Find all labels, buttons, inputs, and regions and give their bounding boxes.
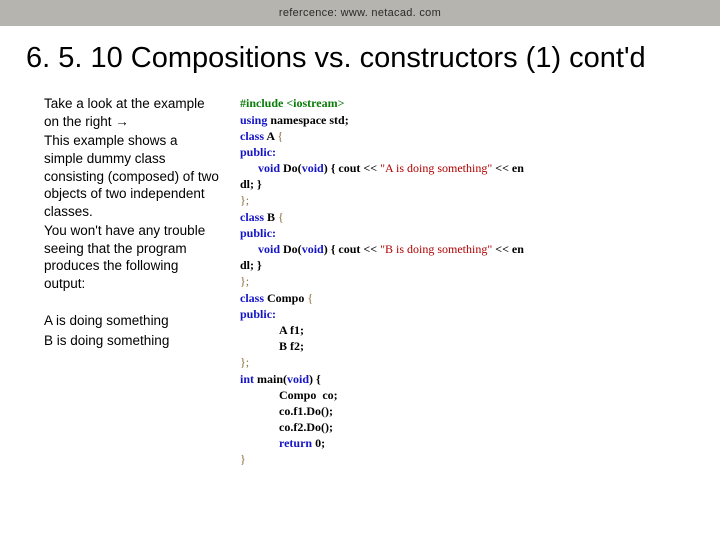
decl-co: Compo co; [279, 388, 338, 402]
content-row: Take a look at the example on the right … [0, 85, 720, 467]
paragraph-3: You won't have any trouble seeing that t… [44, 222, 220, 292]
code-namespace: namespace [267, 113, 329, 127]
kw-void-param-a: void [302, 161, 324, 175]
lbrace-compo: { [307, 291, 313, 305]
kw-void-a: void [258, 161, 280, 175]
code-include: #include <iostream> [240, 96, 344, 110]
top-reference-bar: refercence: www. netacad. com [0, 0, 720, 26]
kw-void-param-b: void [302, 242, 324, 256]
cout-a: { cout << [331, 161, 380, 175]
rbrace-main: } [240, 452, 246, 466]
dl-a: dl; } [240, 177, 262, 191]
dl-b: dl; } [240, 258, 262, 272]
endl-a: << en [492, 161, 524, 175]
endl-b: << en [492, 242, 524, 256]
kw-public-a: public: [240, 145, 276, 159]
main-open: ) { [309, 372, 321, 386]
kw-public-b: public: [240, 226, 276, 240]
paragraph-2: This example shows a simple dummy class … [44, 132, 220, 220]
id-Compo: Compo [264, 291, 307, 305]
id-Do-b: Do( [280, 242, 302, 256]
kw-int: int [240, 372, 254, 386]
indent-f1 [240, 323, 279, 337]
output-line-1: A is doing something [44, 312, 220, 330]
rbrace-b: }; [240, 274, 249, 288]
output-line-2: B is doing something [44, 332, 220, 350]
close-paren-b: ) [324, 242, 331, 256]
decl-f1: A f1; [279, 323, 304, 337]
str-a: "A is doing something" [380, 161, 492, 175]
call-2: co.f2.Do(); [279, 420, 333, 434]
indent-co [240, 388, 279, 402]
rbrace-compo: }; [240, 355, 249, 369]
id-main: main( [254, 372, 287, 386]
kw-void-main: void [287, 372, 309, 386]
kw-class-a: class [240, 129, 264, 143]
kw-public-compo: public: [240, 307, 276, 321]
kw-class-compo: class [240, 291, 264, 305]
kw-using: using [240, 113, 267, 127]
lbrace-b: { [278, 210, 284, 224]
slide-heading: 6. 5. 10 Compositions vs. constructors (… [0, 26, 720, 85]
kw-void-b: void [258, 242, 280, 256]
id-A: A [264, 129, 277, 143]
kw-class-b: class [240, 210, 264, 224]
id-Do-a: Do( [280, 161, 302, 175]
close-paren-a: ) [324, 161, 331, 175]
indent-ret [240, 436, 279, 450]
paragraph-1: Take a look at the example on the right … [44, 95, 220, 130]
cout-b: { cout << [331, 242, 380, 256]
lbrace-a: { [277, 129, 283, 143]
kw-return: return [279, 436, 312, 450]
indent-call1 [240, 404, 279, 418]
decl-f2: B f2; [279, 339, 304, 353]
indent-f2 [240, 339, 279, 353]
indent-call2 [240, 420, 279, 434]
call-1: co.f1.Do(); [279, 404, 333, 418]
indent-a [240, 161, 258, 175]
rbrace-a: }; [240, 193, 249, 207]
str-b: "B is doing something" [380, 242, 492, 256]
code-block: #include <iostream> using namespace std;… [230, 95, 720, 467]
code-std: std; [329, 113, 348, 127]
id-B: B [264, 210, 278, 224]
ret-zero: 0; [312, 436, 325, 450]
explanation-column: Take a look at the example on the right … [0, 95, 230, 467]
reference-text: refercence: www. netacad. com [279, 7, 441, 19]
indent-b [240, 242, 258, 256]
